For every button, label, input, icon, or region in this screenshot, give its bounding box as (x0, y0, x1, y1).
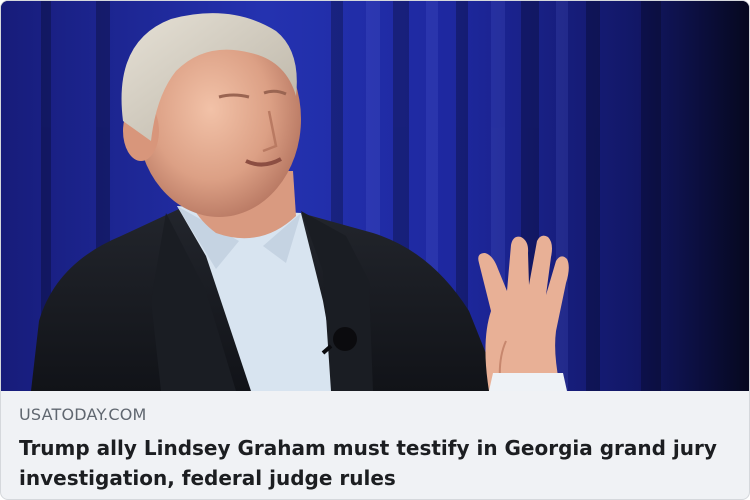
article-thumbnail[interactable] (1, 1, 749, 391)
link-meta: USATODAY.COM Trump ally Lindsey Graham m… (1, 391, 749, 499)
link-preview-card[interactable]: USATODAY.COM Trump ally Lindsey Graham m… (0, 0, 750, 500)
article-headline[interactable]: Trump ally Lindsey Graham must testify i… (19, 433, 731, 493)
source-domain: USATODAY.COM (19, 405, 147, 424)
thumbnail-photo (1, 1, 749, 391)
